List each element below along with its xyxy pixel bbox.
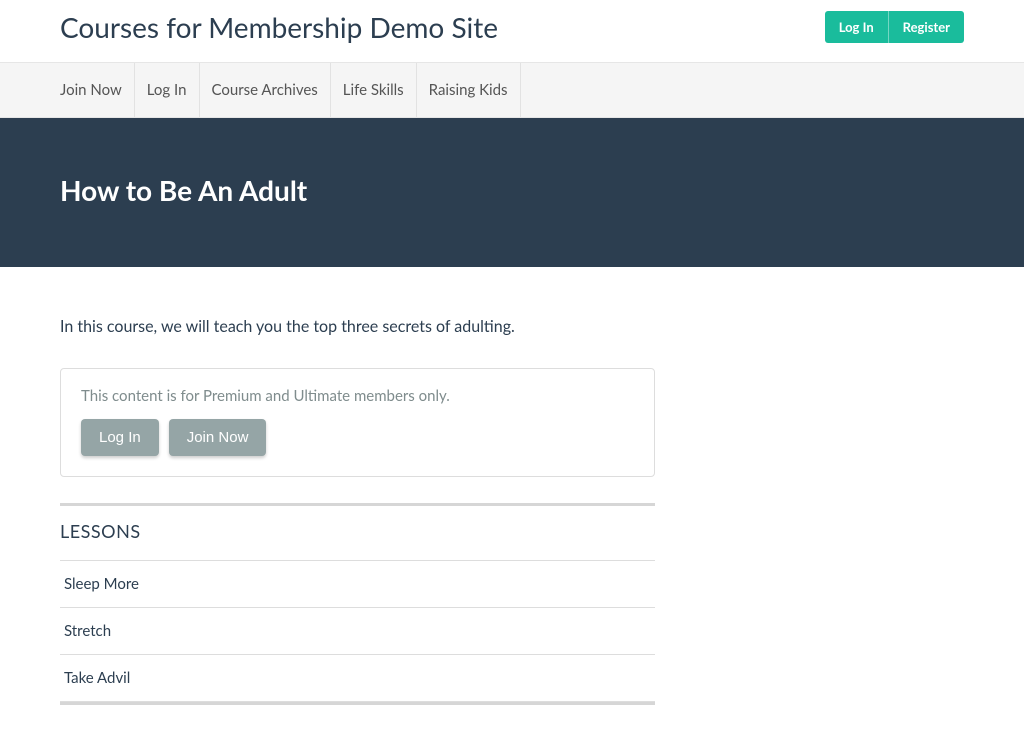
top-bar: Courses for Membership Demo Site Log In … — [0, 0, 1024, 63]
lesson-item[interactable]: Sleep More — [60, 560, 655, 608]
login-button[interactable]: Log In — [825, 11, 889, 43]
site-title[interactable]: Courses for Membership Demo Site — [60, 10, 498, 44]
lesson-item[interactable]: Stretch — [60, 608, 655, 655]
nav-item-life-skills[interactable]: Life Skills — [331, 63, 417, 117]
restricted-button-row: Log In Join Now — [81, 419, 634, 456]
lessons-heading: LESSONS — [60, 520, 660, 542]
lesson-list: Sleep More Stretch Take Advil — [60, 560, 655, 702]
divider — [60, 503, 655, 506]
restricted-login-button[interactable]: Log In — [81, 419, 159, 456]
divider — [60, 702, 655, 705]
auth-button-group: Log In Register — [825, 11, 964, 43]
register-button[interactable]: Register — [889, 11, 964, 43]
lesson-item[interactable]: Take Advil — [60, 655, 655, 702]
nav-item-log-in[interactable]: Log In — [135, 63, 200, 117]
course-intro: In this course, we will teach you the to… — [60, 317, 660, 336]
nav-list: Join Now Log In Course Archives Life Ski… — [60, 63, 964, 117]
nav-item-course-archives[interactable]: Course Archives — [200, 63, 331, 117]
page-title: How to Be An Adult — [60, 173, 964, 207]
main-nav: Join Now Log In Course Archives Life Ski… — [0, 63, 1024, 118]
restricted-content-box: This content is for Premium and Ultimate… — [60, 368, 655, 477]
nav-item-raising-kids[interactable]: Raising Kids — [417, 63, 521, 117]
nav-item-join-now[interactable]: Join Now — [60, 63, 135, 117]
restricted-message: This content is for Premium and Ultimate… — [81, 387, 634, 405]
main-content: In this course, we will teach you the to… — [0, 267, 720, 755]
hero-banner: How to Be An Adult — [0, 118, 1024, 267]
restricted-join-button[interactable]: Join Now — [169, 419, 267, 456]
